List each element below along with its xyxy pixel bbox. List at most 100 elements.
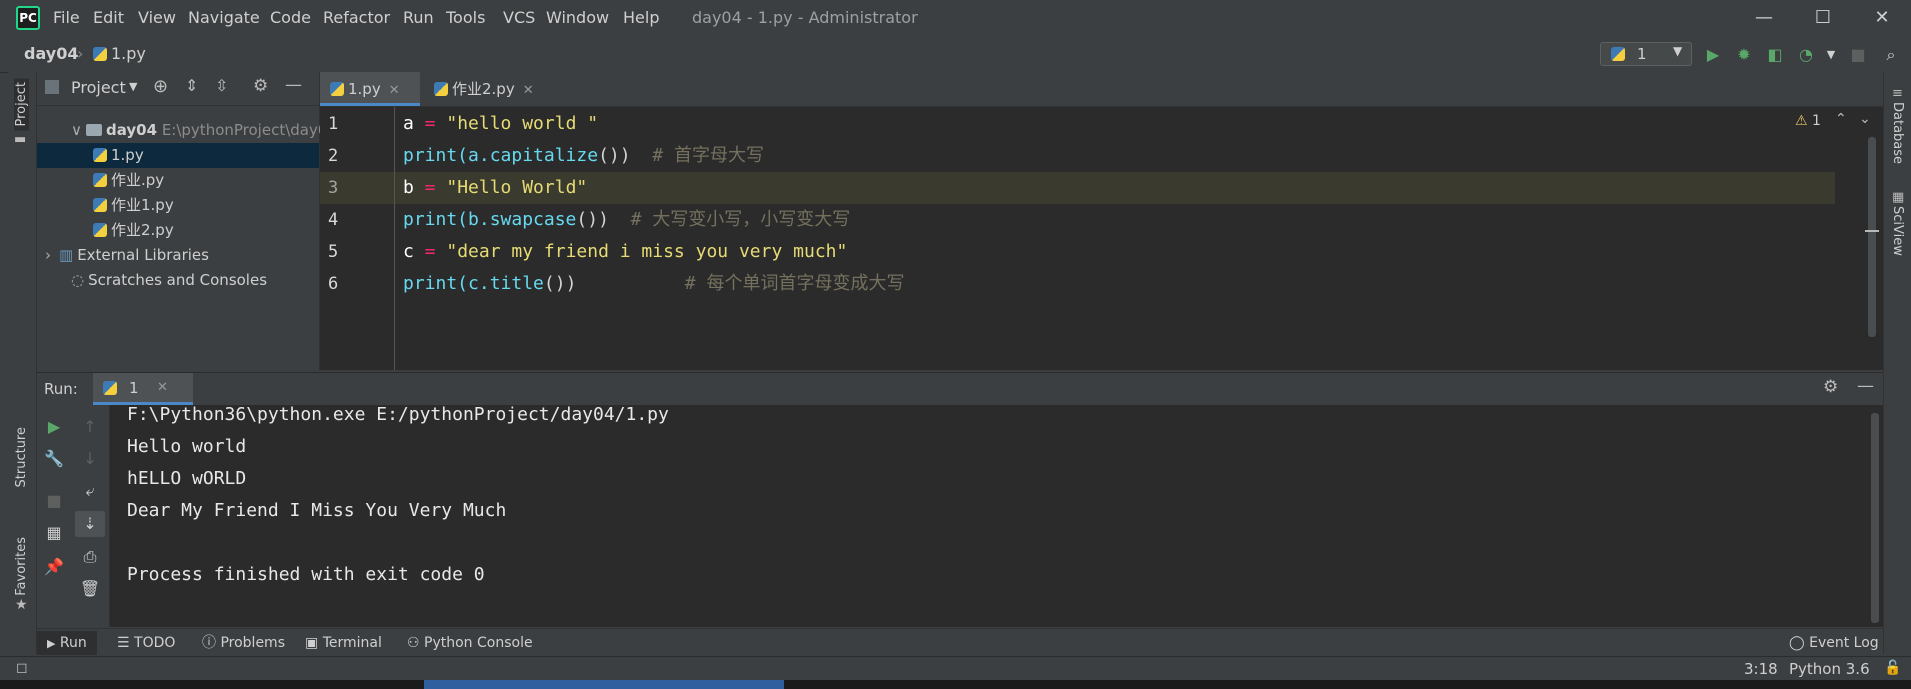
bottom-tab-python-console[interactable]: ⚇ Python Console — [407, 631, 533, 655]
profile-icon[interactable]: ◔ — [1795, 44, 1817, 66]
wrench-icon[interactable]: 🔧 — [37, 447, 71, 471]
expand-all-icon[interactable]: ⇕ — [185, 76, 198, 95]
minimize-button[interactable]: — — [1742, 4, 1786, 32]
tab-1py[interactable]: 1.py ✕ — [320, 72, 420, 106]
arrow-down-icon[interactable]: ↓ — [71, 447, 109, 471]
menu-code[interactable]: Code — [270, 6, 311, 30]
chevron-down-icon[interactable]: ▼ — [129, 80, 137, 93]
menu-run[interactable]: Run — [403, 6, 434, 30]
tree-file-zuoye[interactable]: 作业.py — [93, 168, 164, 193]
menu-navigate[interactable]: Navigate — [188, 6, 260, 30]
menu-vcs[interactable]: VCS — [503, 6, 535, 30]
breadcrumb-project[interactable]: day04 — [24, 44, 78, 64]
menu-file[interactable]: File — [53, 6, 80, 30]
arrow-up-icon[interactable]: ↑ — [71, 415, 109, 439]
python-file-icon — [93, 198, 107, 212]
tree-file-zuoye2[interactable]: 作业2.py — [93, 218, 174, 243]
close-tab-icon[interactable]: ✕ — [523, 83, 534, 98]
caret-position[interactable]: 3:18 — [1744, 660, 1778, 678]
console-scrollbar[interactable] — [1871, 413, 1879, 623]
code-editor[interactable]: a = "hello world " print(a.capitalize())… — [395, 107, 1883, 370]
editor-scrollbar[interactable] — [1868, 137, 1876, 337]
search-icon[interactable]: ⌕ — [1880, 44, 1902, 66]
gear-icon[interactable]: ⚙ — [1823, 377, 1838, 397]
editor-tabs: 1.py ✕ 作业2.py ✕ — [320, 72, 1883, 107]
code-token: print(a. — [403, 145, 490, 166]
hide-panel-icon[interactable]: — — [285, 75, 302, 95]
pin-icon[interactable]: 📌 — [37, 555, 71, 579]
window-title: day04 - 1.py - Administrator — [692, 8, 918, 27]
line-number: 5 — [328, 242, 339, 262]
warnings-count: 1 — [1812, 113, 1821, 129]
menu-refactor[interactable]: Refactor — [323, 6, 390, 30]
pycharm-logo-icon[interactable]: PC — [16, 6, 40, 30]
toggle-tool-windows-icon[interactable]: ◻ — [16, 660, 28, 676]
event-log-button[interactable]: ◯ Event Log — [1789, 631, 1879, 655]
database-tool-tab[interactable]: Database — [1890, 102, 1905, 164]
run-panel-label: Run: — [44, 380, 78, 398]
tree-scratches[interactable]: ◌ Scratches and Consoles — [71, 268, 267, 293]
locate-file-icon[interactable]: ⊕ — [153, 76, 168, 97]
line-number: 3 — [328, 178, 339, 198]
interpreter-status[interactable]: Python 3.6 — [1789, 660, 1870, 678]
taskbar-active-app[interactable] — [424, 680, 784, 689]
scroll-to-end-toggle[interactable]: ⇣ — [75, 511, 105, 537]
stop-icon[interactable]: ■ — [37, 489, 71, 513]
code-token: c — [403, 241, 414, 262]
menu-edit[interactable]: Edit — [93, 6, 124, 30]
structure-tool-tab[interactable]: Structure — [14, 427, 29, 487]
code-token: print(b. — [403, 209, 490, 230]
maximize-button[interactable]: ☐ — [1801, 4, 1845, 32]
menu-view[interactable]: View — [138, 6, 176, 30]
code-token: swapcase — [489, 209, 577, 230]
console-line: Dear My Friend I Miss You Very Much — [127, 500, 507, 521]
bottom-tab-todo[interactable]: ☰ TODO — [117, 631, 175, 655]
menu-tools[interactable]: Tools — [446, 6, 485, 30]
tree-external-libraries[interactable]: › ▥ External Libraries — [45, 243, 209, 268]
run-coverage-icon[interactable]: ◧ — [1764, 44, 1786, 66]
code-token: a — [403, 113, 414, 134]
run-console[interactable]: F:\Python36\python.exe E:/pythonProject/… — [110, 404, 1883, 627]
bottom-tab-terminal[interactable]: ▣ Terminal — [305, 631, 382, 655]
trash-icon[interactable]: 🗑 — [71, 577, 109, 601]
tree-file-1py[interactable]: 1.py — [37, 143, 319, 168]
print-icon[interactable]: ⎙ — [71, 545, 109, 569]
close-tab-icon[interactable]: ✕ — [157, 380, 168, 395]
tab-zuoye2[interactable]: 作业2.py ✕ — [424, 72, 544, 106]
soft-wrap-icon[interactable]: ⤶ — [71, 479, 109, 503]
close-tab-icon[interactable]: ✕ — [389, 83, 400, 98]
close-button[interactable]: ✕ — [1860, 4, 1904, 32]
more-run-options-icon[interactable]: ▼ — [1820, 44, 1842, 66]
warnings-indicator[interactable]: ⚠ 1 — [1795, 113, 1821, 129]
stop-icon[interactable]: ■ — [1847, 44, 1869, 66]
tree-file-zuoye1[interactable]: 作业1.py — [93, 193, 174, 218]
lock-icon[interactable]: 🔓 — [1884, 660, 1901, 676]
debug-icon[interactable]: ✹ — [1733, 44, 1755, 66]
menu-help[interactable]: Help — [623, 6, 659, 30]
favorites-tool-tab[interactable]: Favorites — [14, 537, 29, 596]
bottom-tab-problems[interactable]: ⓘ Problems — [202, 631, 285, 655]
collapse-all-icon[interactable]: ⇳ — [215, 76, 228, 95]
python-file-icon — [93, 173, 107, 187]
menu-window[interactable]: Window — [546, 6, 609, 30]
breadcrumb-file[interactable]: 1.py — [93, 44, 146, 64]
star-icon: ★ — [15, 597, 28, 613]
sciview-tool-tab[interactable]: SciView — [1890, 206, 1905, 256]
folder-icon: ▬ — [14, 132, 27, 147]
code-line: print(b.swapcase()) # 大写变小写，小写变大写 — [403, 204, 850, 236]
previous-highlight-icon[interactable]: ⌃ — [1835, 111, 1847, 127]
project-view-select[interactable]: Project — [71, 78, 126, 97]
tree-root[interactable]: ∨ day04 E:\pythonProject\day04 — [71, 118, 337, 143]
rerun-icon[interactable]: ▶ — [37, 415, 71, 439]
warning-icon: ⚠ — [1795, 113, 1808, 129]
run-icon[interactable]: ▶ — [1702, 44, 1724, 66]
run-configuration-select[interactable]: 1 ▼ — [1600, 42, 1692, 66]
layout-icon[interactable]: ▦ — [37, 521, 71, 545]
bottom-tool-tabs: ▶ Run ☰ TODO ⓘ Problems ▣ Terminal ⚇ Pyt… — [37, 628, 1883, 657]
hide-panel-icon[interactable]: — — [1857, 376, 1874, 396]
next-highlight-icon[interactable]: ⌄ — [1859, 111, 1871, 127]
project-tool-tab[interactable]: Project — [14, 78, 29, 131]
gear-icon[interactable]: ⚙ — [253, 76, 268, 96]
code-token: "dear my friend i miss you very much" — [446, 241, 848, 262]
bottom-tab-run[interactable]: ▶ Run — [37, 631, 97, 655]
